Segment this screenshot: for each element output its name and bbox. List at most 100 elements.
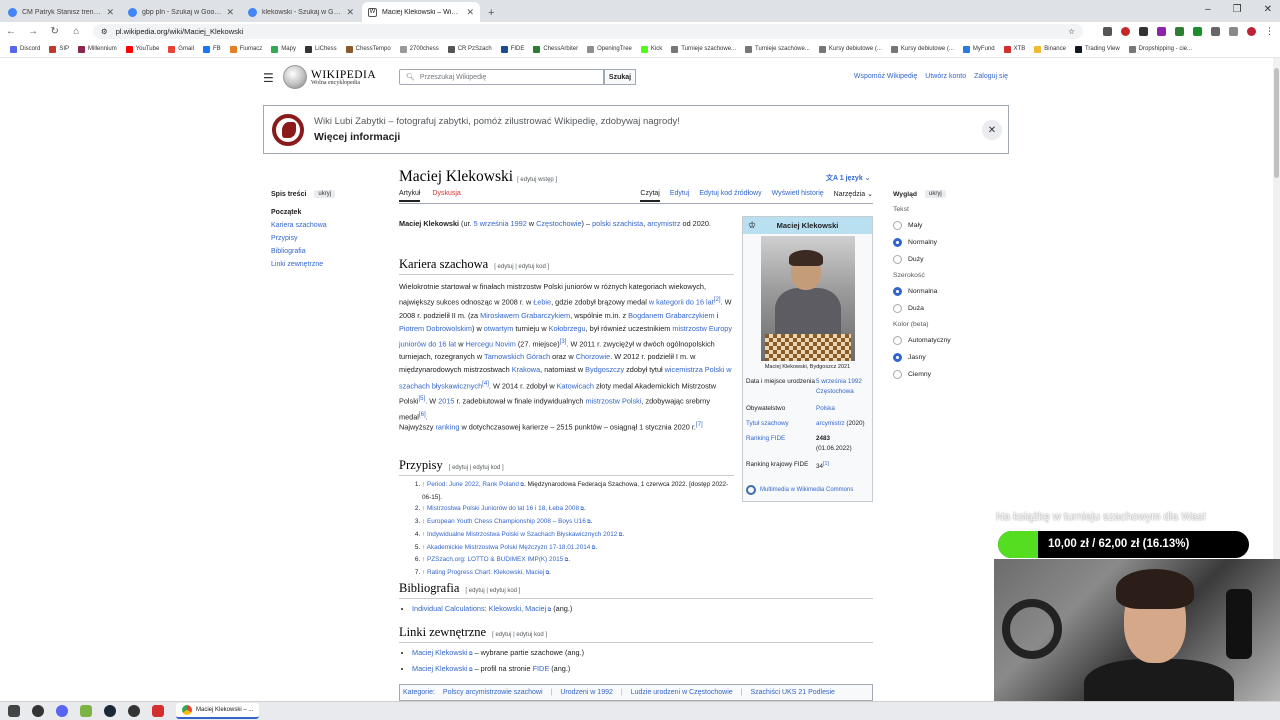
appearance-hide-button[interactable]: ukryj [925,190,946,198]
toc-item-career[interactable]: Kariera szachowa [271,222,381,229]
tab-talk[interactable]: Dyskusja [432,190,460,202]
list-link[interactable]: ↑ European Youth Chess Championship 2008… [422,518,586,525]
edit-intro-link[interactable]: [ edytuj wstęp ] [517,177,557,183]
gmail-extension-icon[interactable] [1103,27,1112,36]
browser-tab[interactable]: CM Patryk Stanisz trenuje uczn ✕ [2,2,120,22]
browser-tab-active[interactable]: W Maciej Klekowski – Wikipedia, w ✕ [362,2,480,22]
bookmark-item[interactable]: MyFund [962,45,995,53]
create-account-link[interactable]: Utwórz konto [925,73,966,80]
list-link[interactable]: ↑ Akademickie Mistrzostwa Polski Mężczyz… [422,544,590,551]
bookmark-item[interactable]: Trading View [1074,45,1120,53]
commons-link[interactable]: Multimedia w Wikimedia Commons [746,485,853,495]
tab-close-icon[interactable]: ✕ [466,7,474,18]
bookmark-item[interactable]: Binance [1034,45,1066,53]
site-info-icon[interactable]: ⚙ [101,27,108,36]
forward-icon[interactable]: → [28,26,38,37]
search-input[interactable]: 🔍︎ Przeszukaj Wikipedię [399,69,604,85]
link[interactable]: Bogdanem Grabarczykiem [628,311,714,320]
menu-kebab-icon[interactable]: ⋮ [1265,27,1274,36]
infobox-link[interactable]: Częstochowa [816,388,872,395]
bookmark-item[interactable]: Kick [640,45,662,53]
infobox-link[interactable]: arcymistrz [816,420,845,427]
list-link[interactable]: ↑ Mistrzostwa Polski Juniorów do lat 16 … [422,505,579,512]
extension-icon[interactable] [1139,27,1148,36]
new-tab-button[interactable]: + [488,7,494,19]
link[interactable]: ranking [436,422,460,431]
downloads-icon[interactable] [1193,27,1202,36]
app-icon[interactable] [152,705,164,717]
bookmark-item[interactable]: FIDE [500,45,524,53]
link[interactable]: Bydgoszczy [585,365,624,374]
list-link[interactable]: ↑ Period: June 2022, Rank Poland [422,481,519,488]
section-edit-link[interactable]: [ edytuj | edytuj kod ] [492,632,547,638]
radio-width-normal[interactable]: Normalna [893,287,983,296]
link[interactable]: Kołobrzegu [549,324,586,333]
start-windows-icon[interactable] [8,705,20,717]
link[interactable]: mistrzostw Polski [585,396,641,405]
reference-link[interactable]: [4] [482,380,489,387]
reference-link[interactable]: [6] [419,411,426,418]
bookmark-item[interactable]: OpeningTree [587,45,632,53]
discord-icon[interactable] [56,705,68,717]
link[interactable]: Mirosławem Grabarczykiem [480,311,570,320]
section-edit-link[interactable]: [ edytuj | edytuj kod ] [494,264,549,270]
tab-close-icon[interactable]: ✕ [226,7,234,18]
link[interactable]: arcymistrz [647,219,680,228]
reload-icon[interactable]: ↻ [50,26,60,37]
bookmark-item[interactable]: ChessArbiter [533,45,578,53]
bookmark-item[interactable]: LiChess [304,45,337,53]
bookmark-item[interactable]: Turnieje szachowe... [745,45,810,53]
reference-link[interactable]: [1] [823,461,829,467]
link[interactable]: 2015 [438,396,454,405]
category-link[interactable]: Polscy arcymistrzowie szachowi [443,689,543,696]
sidebar-icon[interactable] [1229,27,1238,36]
link[interactable]: Tarnowskich Górach [484,352,550,361]
donate-link[interactable]: Wspomóż Wikipedię [854,73,917,80]
list-link[interactable]: Individual Calculations: Klekowski, Maci… [412,604,546,613]
list-link[interactable]: Maciej Klekowski [412,664,468,673]
obs-icon[interactable] [128,705,140,717]
toc-hide-button[interactable]: ukryj [314,190,336,198]
toc-item-start[interactable]: Początek [271,209,381,216]
tab-edit-source[interactable]: Edytuj kod źródłowy [699,190,761,202]
link[interactable]: Łebie [533,298,551,307]
close-window-icon[interactable]: ✕ [1264,4,1272,15]
section-edit-link[interactable]: [ edytuj | edytuj kod ] [465,588,520,594]
wikipedia-logo[interactable]: WIKIPEDIA Wolna encyklopedia [283,65,376,89]
banner-close-icon[interactable]: ✕ [982,120,1002,140]
categories-label[interactable]: Kategorie: [403,689,435,696]
tab-history[interactable]: Wyświetl historię [772,190,824,202]
link[interactable]: w kategorii do 16 lat [649,298,714,307]
bookmark-item[interactable]: Turnieje szachowe... [671,45,736,53]
address-bar[interactable]: ⚙ pl.wikipedia.org/wiki/Maciej_Klekowski… [93,24,1083,39]
banner-more-info-link[interactable]: Więcej informacji [314,131,680,143]
radio-color-light[interactable]: Jasny [893,353,983,362]
bookmark-item[interactable]: Kursy debiutowe (... [818,45,882,53]
reference-link[interactable]: [7] [696,421,703,428]
link[interactable]: polski szachista [592,219,643,228]
search-button[interactable]: Szukaj [604,69,636,85]
bookmark-item[interactable]: Dropshipping - cie... [1128,45,1192,53]
bookmark-item[interactable]: Discord [10,45,40,53]
infobox-key-link[interactable]: Tytuł szachowy [746,420,816,427]
list-link[interactable]: FIDE [533,664,550,673]
browser-tab[interactable]: gbp pln - Szukaj w Google ✕ [122,2,240,22]
home-icon[interactable]: ⌂ [72,26,82,37]
bookmark-item[interactable]: FB [202,45,221,53]
taskbar-active-window[interactable]: Maciej Klekowski – ... [176,703,260,719]
bookmark-item[interactable]: Fiumacz [229,45,262,53]
category-link[interactable]: Szachiści UKS 21 Podlesie [750,689,834,696]
tab-close-icon[interactable]: ✕ [346,7,354,18]
toc-item-bibliography[interactable]: Bibliografia [271,248,381,255]
reference-link[interactable]: [2] [714,296,721,303]
toc-item-references[interactable]: Przypisy [271,235,381,242]
link[interactable]: Piotrem Dobrowolskim [399,324,472,333]
search-icon[interactable] [32,705,44,717]
link[interactable]: Częstochowie [536,219,581,228]
bookmark-item[interactable]: Gmail [168,45,194,53]
extension-icon[interactable] [1121,27,1130,36]
infobox-key-link[interactable]: Ranking FIDE [746,435,816,452]
bookmark-star-icon[interactable]: ☆ [1068,27,1075,36]
radio-color-dark[interactable]: Ciemny [893,370,983,379]
bookmark-item[interactable]: Mapy [271,45,296,53]
